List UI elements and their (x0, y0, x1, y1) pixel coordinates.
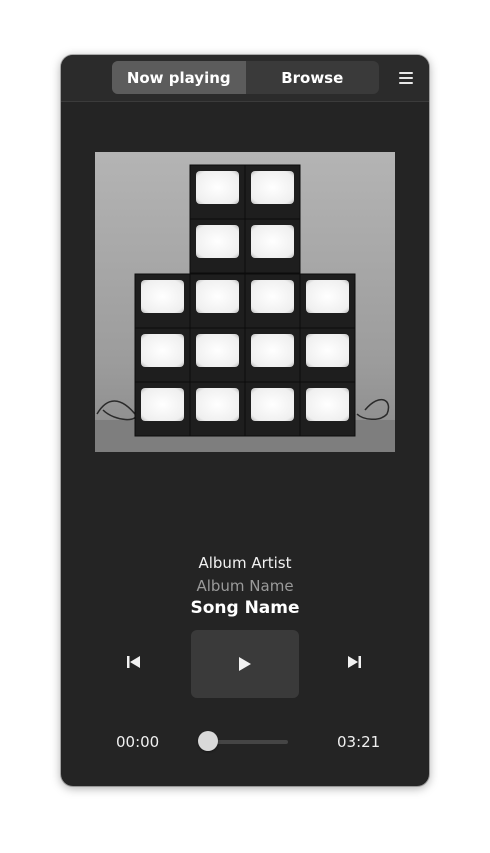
album-art-tv-stack-image (95, 152, 395, 452)
elapsed-time: 00:00 (116, 733, 160, 751)
tab-browse[interactable]: Browse (246, 61, 380, 94)
play-icon (239, 657, 251, 671)
hamburger-menu-icon[interactable] (393, 65, 419, 91)
album-name: Album Name (196, 577, 294, 595)
play-button[interactable] (191, 630, 299, 698)
album-artist: Album Artist (198, 554, 292, 572)
album-art (95, 152, 395, 452)
next-button[interactable] (339, 647, 369, 677)
song-name: Song Name (190, 598, 300, 618)
skip-next-icon (348, 656, 361, 668)
tab-now-playing[interactable]: Now playing (112, 61, 246, 94)
header-bar: Now playing Browse (61, 55, 429, 102)
music-player-window: Now playing Browse Album Artist Album Na… (61, 55, 429, 786)
skip-previous-icon (127, 656, 140, 668)
previous-button[interactable] (119, 647, 149, 677)
view-switcher: Now playing Browse (112, 61, 379, 94)
seek-bar-handle[interactable] (198, 731, 218, 751)
total-duration: 03:21 (337, 733, 381, 751)
